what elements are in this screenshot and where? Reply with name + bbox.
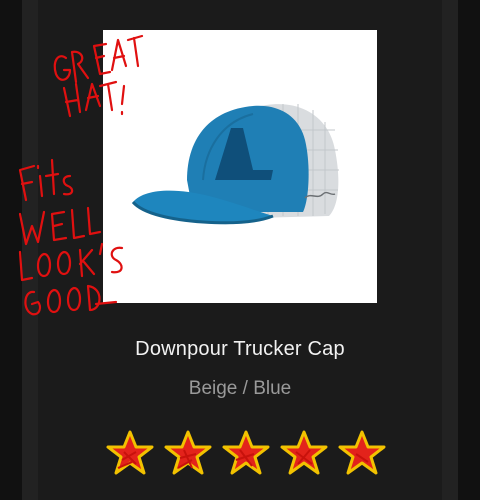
- product-variant: Beige / Blue: [188, 378, 292, 399]
- left-gutter: [0, 0, 38, 500]
- star-rating[interactable]: [106, 428, 386, 478]
- product-name: Downpour Trucker Cap: [135, 338, 345, 360]
- star-icon[interactable]: [164, 430, 212, 475]
- product-image[interactable]: [103, 30, 377, 303]
- star-icon[interactable]: [106, 430, 154, 475]
- star-icon[interactable]: [280, 430, 328, 475]
- star-icon[interactable]: [222, 430, 270, 475]
- star-icon[interactable]: [338, 430, 386, 475]
- trucker-cap-icon: [131, 104, 339, 225]
- right-gutter: [442, 0, 480, 500]
